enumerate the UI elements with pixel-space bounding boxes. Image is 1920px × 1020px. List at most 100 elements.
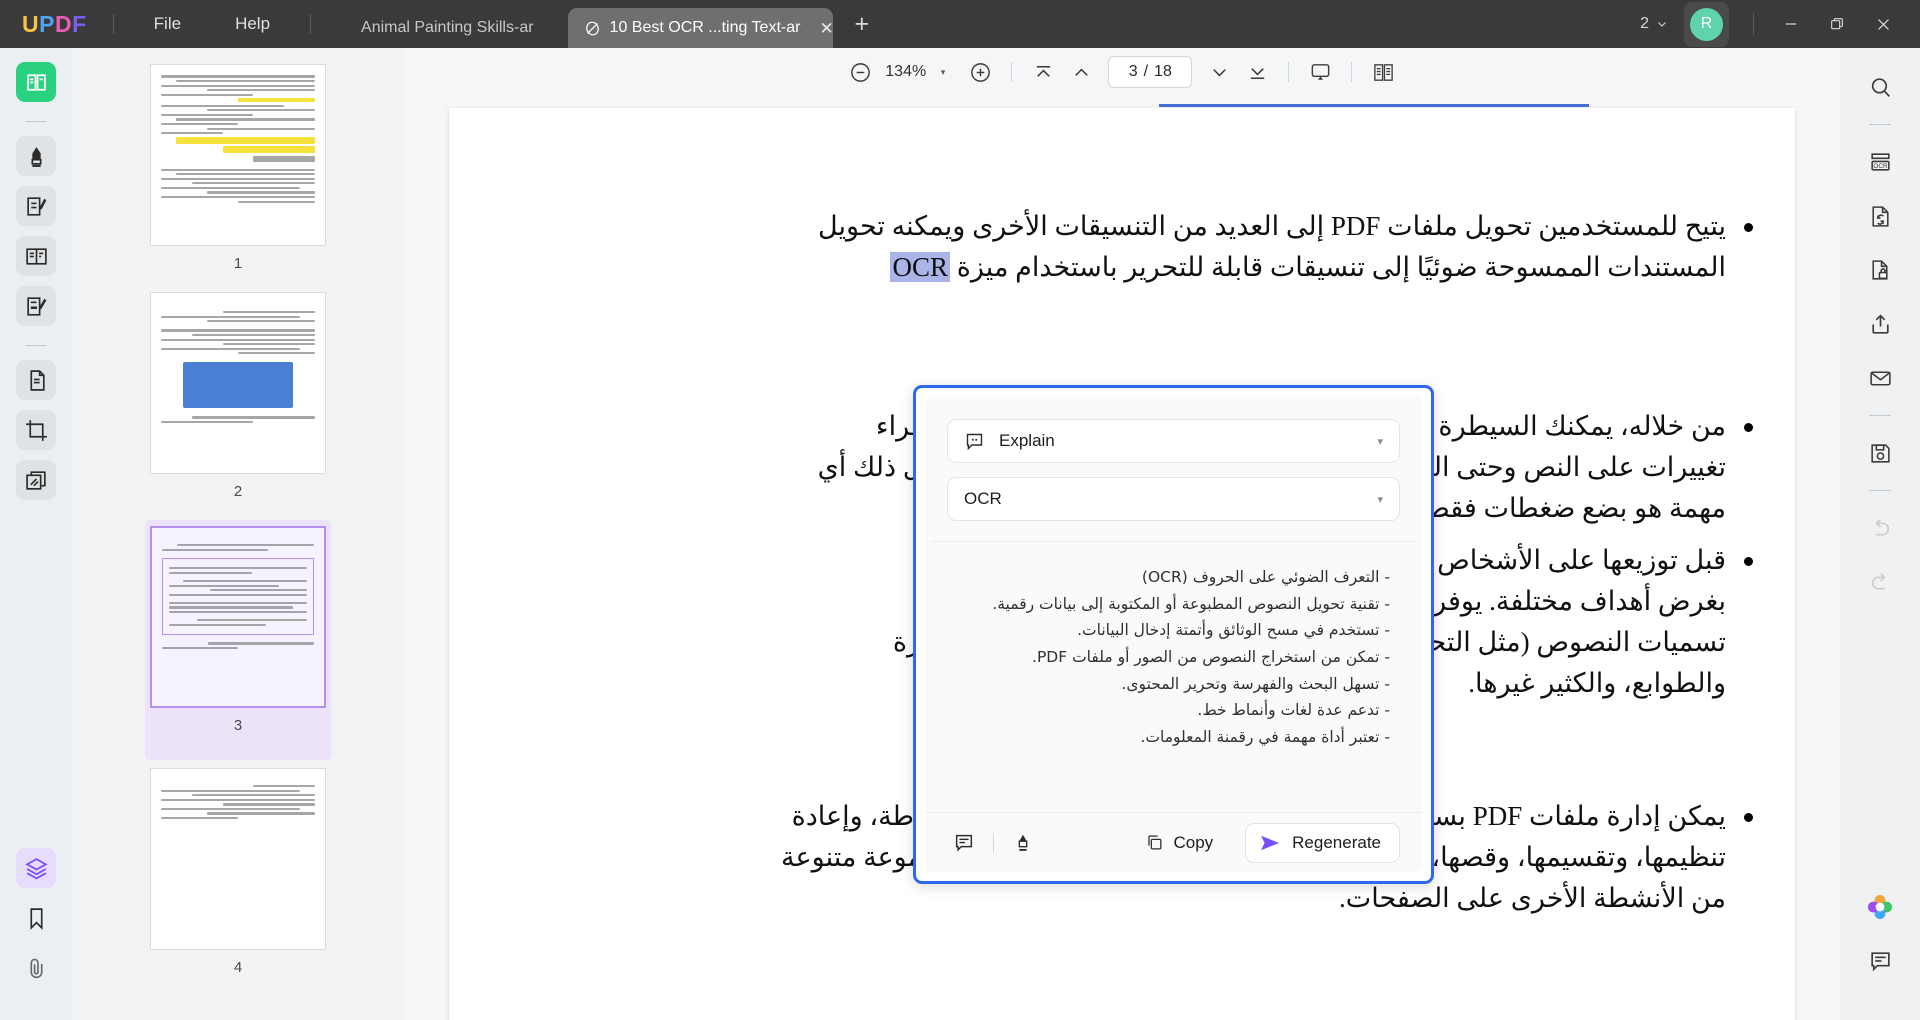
sidebar-edit-pdf-tool[interactable] xyxy=(16,186,56,226)
email-icon[interactable] xyxy=(1859,357,1901,399)
ai-assistant-icon[interactable] xyxy=(1859,886,1901,928)
zoom-in-button[interactable] xyxy=(961,53,999,91)
left-rail-bottom xyxy=(16,848,56,1020)
thumbnail-page-2[interactable]: 2 xyxy=(150,292,326,500)
close-window-button[interactable] xyxy=(1860,7,1906,41)
titlebar-divider-1 xyxy=(112,14,114,34)
chevron-down-icon xyxy=(1658,22,1666,27)
paragraph-line: من الأنشطة الأخرى على الصفحات. xyxy=(1339,883,1726,914)
right-tool-rail: OCR xyxy=(1840,48,1920,1020)
toolbar-divider-1 xyxy=(1011,62,1013,82)
titlebar-divider-3 xyxy=(1753,13,1754,35)
ai-context-dropdown[interactable]: OCR ▾ xyxy=(947,477,1400,521)
footer-divider xyxy=(993,832,994,853)
chevron-down-icon: ▾ xyxy=(1377,435,1383,448)
page-number-input[interactable]: 3 / 18 xyxy=(1108,56,1193,88)
thumbnail-page-number: 3 xyxy=(233,717,243,734)
thumbnail-preview xyxy=(150,768,326,950)
sidebar-organize-pages-tool[interactable] xyxy=(16,236,56,276)
user-account-button[interactable]: R xyxy=(1684,1,1729,47)
first-page-button[interactable] xyxy=(1024,53,1062,91)
document-tab-inactive[interactable]: Animal Painting Skills-ar xyxy=(345,8,550,48)
ai-response-line: - تعتبر أداة مهمة في رقمنة المعلومات. xyxy=(1140,727,1390,746)
copy-icon xyxy=(1148,835,1162,850)
ai-popup-footer: Copy Regenerate xyxy=(925,812,1422,872)
sidebar-crop-tool[interactable] xyxy=(16,410,56,450)
ai-response-line: - التعرف الضوئي على الحروف (OCR) xyxy=(1141,568,1390,586)
explain-icon xyxy=(964,431,985,452)
thumbnail-preview xyxy=(150,526,326,708)
sidebar-highlighter-tool[interactable] xyxy=(16,136,56,176)
chevron-down-icon: ▾ xyxy=(1377,493,1383,506)
document-view[interactable]: يتيح للمستخدمين تحويل ملفات PDF إلى العد… xyxy=(404,96,1840,1020)
thumbnail-preview xyxy=(150,292,326,474)
thumbnail-page-4[interactable]: 4 xyxy=(150,768,326,976)
redo-icon[interactable] xyxy=(1859,561,1901,603)
right-rail-bottom xyxy=(1859,886,1901,1020)
highlighter-icon[interactable] xyxy=(1006,826,1040,860)
copy-label: Copy xyxy=(1173,832,1214,852)
search-icon[interactable] xyxy=(1859,66,1901,108)
last-page-button[interactable] xyxy=(1238,53,1276,91)
right-rail-divider-2 xyxy=(1869,415,1891,416)
view-mode-button[interactable] xyxy=(1364,53,1402,91)
ai-response-line: - تسهل البحث والفهرسة وتحرير المحتوى. xyxy=(1121,674,1391,693)
sidebar-bookmarks-panel[interactable] xyxy=(16,898,56,938)
save-icon[interactable] xyxy=(1859,432,1901,474)
send-icon xyxy=(1261,835,1280,850)
undo-icon[interactable] xyxy=(1859,507,1901,549)
zoom-dropdown-icon[interactable]: ▾ xyxy=(941,67,946,78)
comment-list-icon[interactable] xyxy=(1859,940,1901,982)
zoom-out-button[interactable] xyxy=(842,53,880,91)
logo-letter-f: F xyxy=(72,10,87,37)
zoom-level-value[interactable]: 134% xyxy=(880,63,932,81)
left-tool-rail xyxy=(0,48,72,1020)
sidebar-thumbnails-panel[interactable] xyxy=(16,848,56,888)
tab-count-dropdown[interactable]: 2 xyxy=(1630,9,1678,39)
bullet-point xyxy=(1744,557,1753,566)
menu-file[interactable]: File xyxy=(140,9,195,39)
ai-response-line: - تقنية تحويل النصوص المطبوعة أو المكتوب… xyxy=(992,594,1390,613)
tab-label: 10 Best OCR ...ting Text-ar xyxy=(609,19,801,36)
document-tab-active[interactable]: 10 Best OCR ...ting Text-ar ✕ xyxy=(567,8,834,48)
ai-assistant-popup: Explain ▾ OCR ▾ - التعرف الضوئي على الحر… xyxy=(913,385,1434,884)
minimize-window-button[interactable] xyxy=(1768,7,1814,41)
comment-icon[interactable] xyxy=(947,826,981,860)
next-page-button[interactable] xyxy=(1200,53,1238,91)
sidebar-attachments-panel[interactable] xyxy=(16,948,56,988)
close-tab-icon[interactable]: ✕ xyxy=(819,20,833,37)
ai-response-line: - تستخدم في مسح الوثائق وأتمتة إدخال الب… xyxy=(1077,621,1390,640)
sidebar-reader-tool[interactable] xyxy=(16,62,56,102)
presentation-mode-button[interactable] xyxy=(1301,53,1339,91)
restore-window-button[interactable] xyxy=(1814,7,1860,41)
previous-page-button[interactable] xyxy=(1062,53,1100,91)
thumbnail-page-3[interactable]: 3 xyxy=(145,520,331,760)
convert-file-icon[interactable] xyxy=(1859,195,1901,237)
ocr-icon[interactable]: OCR xyxy=(1859,141,1901,183)
new-tab-button[interactable]: + xyxy=(847,11,878,37)
toolbar-divider-3 xyxy=(1351,62,1353,82)
menu-help[interactable]: Help xyxy=(221,9,284,39)
ai-task-value: Explain xyxy=(999,431,1055,450)
sidebar-convert-tool[interactable] xyxy=(16,360,56,400)
thumbnail-page-number: 2 xyxy=(233,483,243,500)
sidebar-page-tool[interactable] xyxy=(16,460,56,500)
share-icon[interactable] xyxy=(1859,303,1901,345)
rail-divider-2 xyxy=(26,345,46,346)
toolbar-divider-2 xyxy=(1288,62,1290,82)
rail-divider-1 xyxy=(26,121,46,122)
thumbnail-panel[interactable]: 1 2 3 4 xyxy=(72,48,404,1020)
bullet-point xyxy=(1744,813,1753,822)
bullet-point xyxy=(1744,223,1753,232)
ai-task-dropdown[interactable]: Explain ▾ xyxy=(947,419,1400,463)
protect-file-icon[interactable] xyxy=(1859,249,1901,291)
sidebar-annotate-tool[interactable] xyxy=(16,286,56,326)
thumbnail-selection-box xyxy=(162,557,314,636)
copy-button[interactable]: Copy xyxy=(1135,827,1223,859)
updf-application-window: UPDF File Help Animal Painting Skills-ar… xyxy=(0,0,1920,1020)
bullet-point xyxy=(1744,423,1753,432)
paragraph-line-with-highlight: المستندات الممسوحة ضوئيًا إلى تنسيقات قا… xyxy=(890,252,1726,283)
thumbnail-page-1[interactable]: 1 xyxy=(150,64,326,272)
thumbnail-list: 1 2 3 4 xyxy=(72,48,404,976)
regenerate-button[interactable]: Regenerate xyxy=(1245,822,1400,863)
